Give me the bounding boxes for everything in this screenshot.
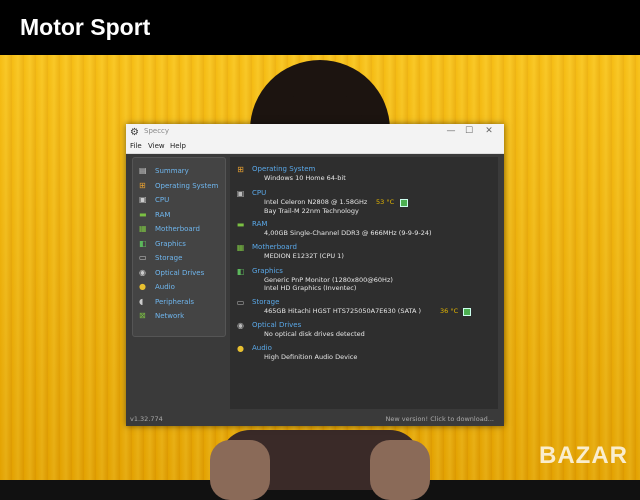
sidebar-item-operating-system[interactable]: ⊞ Operating System [139,181,223,193]
temperature-gauge-icon [400,199,408,207]
site-title: Motor Sport [20,14,151,40]
sidebar-item-label: Summary [155,167,189,175]
section-title: CPU [252,189,267,197]
section-optical-drives: ◉ Optical Drives No optical disk drives … [236,321,496,341]
motherboard-icon: ▦ [139,224,147,233]
optical-value: No optical disk drives detected [264,330,365,338]
section-motherboard: ▦ Motherboard MEDION E1232T (CPU 1) [236,243,496,263]
sidebar-item-label: Storage [155,254,183,262]
close-button[interactable]: ✕ [482,126,496,136]
os-value: Windows 10 Home 64-bit [264,174,346,182]
status-bar: v1.32.774 New version! Click to download… [126,412,504,426]
cpu-icon: ▣ [139,195,147,204]
sidebar-item-label: Operating System [155,182,219,190]
audio-icon: ● [237,344,244,353]
sidebar-item-summary[interactable]: ▤ Summary [139,166,223,178]
window-title: Speccy [144,127,170,135]
section-title: Graphics [252,267,283,275]
graphics-icon: ◧ [139,239,147,248]
sidebar-item-ram[interactable]: ▬ RAM [139,210,223,222]
motherboard-icon: ▦ [236,243,245,252]
sidebar-item-network[interactable]: ⊠ Network [139,311,223,323]
site-header: Motor Sport [0,0,640,55]
sidebar-item-label: Peripherals [155,298,195,306]
sidebar-item-label: Graphics [155,240,186,248]
sidebar-item-cpu[interactable]: ▣ CPU [139,195,223,207]
maximize-button[interactable]: ☐ [462,126,476,136]
network-icon: ⊠ [139,311,146,320]
right-arm [370,440,430,500]
section-graphics: ◧ Graphics Generic PnP Monitor (1280x800… [236,267,496,295]
update-link[interactable]: New version! Click to download... [386,415,495,423]
audio-value: High Definition Audio Device [264,353,358,361]
minimize-button[interactable]: — [444,126,458,136]
window-content: ▤ Summary ⊞ Operating System ▣ CPU ▬ RAM… [126,154,504,412]
bangs [278,96,362,126]
section-audio: ● Audio High Definition Audio Device [236,344,496,364]
section-title: Storage [252,298,280,306]
windows-icon: ⊞ [139,181,146,190]
monitor-value: Generic PnP Monitor (1280x800@60Hz) [264,276,393,284]
menu-bar: File View Help [126,141,504,154]
bazar-watermark: BAZAR [539,442,628,469]
windows-icon: ⊞ [237,165,244,174]
storage-icon: ▭ [139,253,147,262]
storage-temperature: 36 °C [440,307,459,315]
cpu-technology: Bay Trail-M 22nm Technology [264,207,359,215]
section-operating-system: ⊞ Operating System Windows 10 Home 64-bi… [236,165,496,185]
ram-value: 4,00GB Single-Channel DDR3 @ 666MHz (9-9… [264,229,432,237]
sidebar-item-label: Network [155,312,185,320]
menu-view[interactable]: View [148,142,165,150]
sidebar-item-motherboard[interactable]: ▦ Motherboard [139,224,223,236]
menu-file[interactable]: File [130,142,142,150]
section-storage: ▭ Storage 465GB Hitachi HGST HTS725050A7… [236,298,496,318]
cpu-model: Intel Celeron N2808 @ 1.58GHz [264,198,368,206]
sidebar-item-peripherals[interactable]: ◖ Peripherals [139,297,223,309]
left-arm [210,440,270,500]
optical-icon: ◉ [237,321,244,330]
sidebar-item-label: Audio [155,283,175,291]
section-title: Operating System [252,165,316,173]
cpu-icon: ▣ [236,189,245,198]
section-title: Optical Drives [252,321,302,329]
cpu-temperature: 53 °C [376,198,395,206]
sidebar-item-label: RAM [155,211,171,219]
sidebar-item-storage[interactable]: ▭ Storage [139,253,223,265]
speccy-app-icon: ⚙ [130,127,139,138]
graphics-icon: ◧ [236,267,245,276]
section-title: Audio [252,344,272,352]
sidebar-item-label: Optical Drives [155,269,205,277]
storage-value: 465GB Hitachi HGST HTS725050A7E630 (SATA… [264,307,422,315]
menu-help[interactable]: Help [170,142,186,150]
sidebar-item-label: Motherboard [155,225,200,233]
sidebar-item-audio[interactable]: ● Audio [139,282,223,294]
section-title: RAM [252,220,268,228]
speccy-window: ⚙ Speccy — ☐ ✕ File View Help ▤ Summary … [126,124,504,426]
motherboard-value: MEDION E1232T (CPU 1) [264,252,344,260]
summary-panel: ⊞ Operating System Windows 10 Home 64-bi… [230,157,498,409]
summary-icon: ▤ [139,166,147,175]
sidebar-item-label: CPU [155,196,170,204]
ram-icon: ▬ [139,210,147,219]
temperature-gauge-icon [463,308,471,316]
version-label: v1.32.774 [130,415,163,423]
peripherals-icon: ◖ [139,297,144,306]
sidebar: ▤ Summary ⊞ Operating System ▣ CPU ▬ RAM… [132,157,226,337]
optical-icon: ◉ [139,268,146,277]
ram-icon: ▬ [236,220,245,229]
sidebar-item-optical-drives[interactable]: ◉ Optical Drives [139,268,223,280]
section-title: Motherboard [252,243,297,251]
storage-icon: ▭ [236,298,245,307]
gpu-value: Intel HD Graphics (Inventec) [264,284,357,292]
sidebar-item-graphics[interactable]: ◧ Graphics [139,239,223,251]
section-ram: ▬ RAM 4,00GB Single-Channel DDR3 @ 666MH… [236,220,496,240]
audio-icon: ● [139,282,146,291]
window-titlebar[interactable]: ⚙ Speccy — ☐ ✕ [126,124,504,141]
section-cpu: ▣ CPU Intel Celeron N2808 @ 1.58GHz 53 °… [236,189,496,217]
